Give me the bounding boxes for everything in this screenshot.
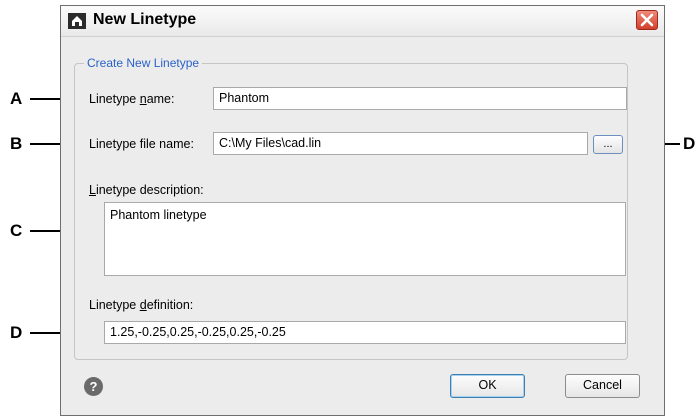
browse-button[interactable]: ... (593, 135, 623, 154)
linetype-definition-label: Linetype definition: (89, 298, 194, 312)
linetype-definition-field[interactable]: 1.25,-0.25,0.25,-0.25,0.25,-0.25 (104, 321, 626, 344)
linetype-file-field[interactable]: C:\My Files\cad.lin (213, 132, 588, 155)
linetype-file-label: Linetype file name: (89, 137, 194, 151)
linetype-name-field[interactable]: Phantom (213, 87, 627, 110)
close-icon (640, 13, 654, 27)
group-label: Create New Linetype (84, 56, 203, 70)
help-icon[interactable]: ? (84, 377, 103, 396)
callout-d-bottom: D (10, 323, 23, 342)
app-icon (68, 13, 86, 29)
callout-b: B (10, 134, 23, 153)
callout-c: C (10, 221, 23, 240)
callout-a: A (10, 89, 23, 108)
linetype-name-label: Linetype name: (89, 92, 175, 106)
linetype-description-label: Linetype description: (89, 183, 204, 197)
callout-d-top: D (683, 134, 696, 153)
ok-button[interactable]: OK (450, 374, 525, 398)
dialog-title: New Linetype (93, 11, 197, 28)
new-linetype-dialog: New Linetype Create New Linetype Linetyp… (60, 5, 665, 416)
cancel-button[interactable]: Cancel (565, 374, 640, 398)
linetype-description-textarea[interactable]: Phantom linetype (104, 202, 626, 276)
close-button[interactable] (636, 10, 658, 30)
title-bar[interactable]: New Linetype (61, 6, 664, 37)
